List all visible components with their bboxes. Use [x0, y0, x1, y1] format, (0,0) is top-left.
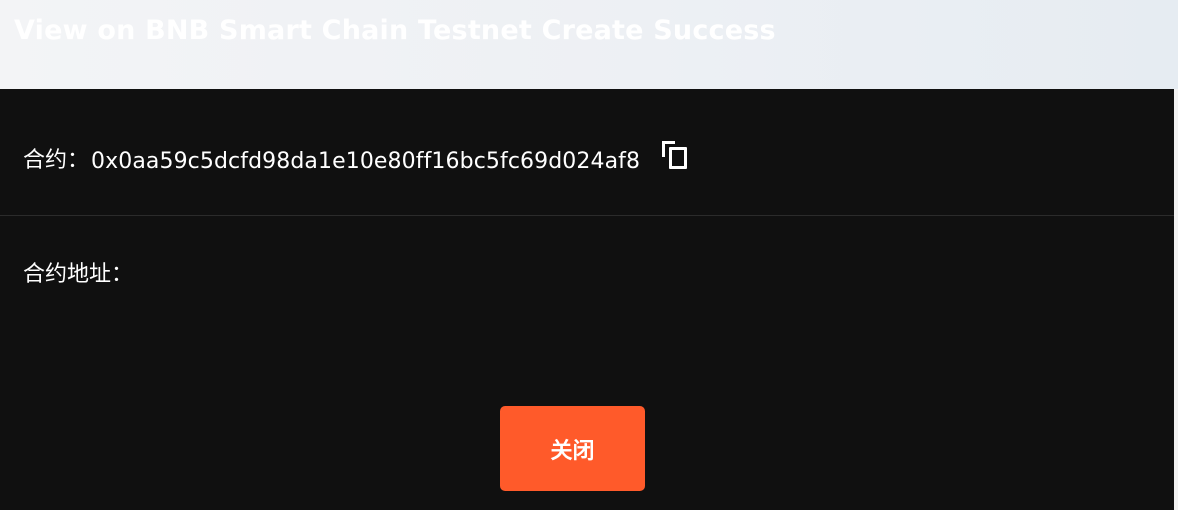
contract-address-row: 合约地址： [23, 261, 133, 289]
top-banner: View on BNB Smart Chain Testnet Create S… [0, 0, 1178, 89]
contract-label: 合约： [23, 148, 90, 173]
contract-address-value: 0x0aa59c5dcfd98da1e10e80ff16bc5fc69d024a… [91, 148, 641, 174]
close-button[interactable]: 关闭 [500, 406, 645, 491]
page: View on BNB Smart Chain Testnet Create S… [0, 0, 1178, 510]
create-success-dialog: 合约： 0x0aa59c5dcfd98da1e10e80ff16bc5fc69d… [0, 89, 1178, 510]
section-divider [0, 215, 1174, 216]
contract-address-label: 合约地址： [23, 262, 134, 287]
success-banner-title: View on BNB Smart Chain Testnet Create S… [14, 15, 776, 46]
contract-row: 合约： 0x0aa59c5dcfd98da1e10e80ff16bc5fc69d… [23, 141, 690, 176]
copy-icon[interactable] [662, 141, 690, 173]
copy-icon-front-sheet [669, 147, 688, 169]
